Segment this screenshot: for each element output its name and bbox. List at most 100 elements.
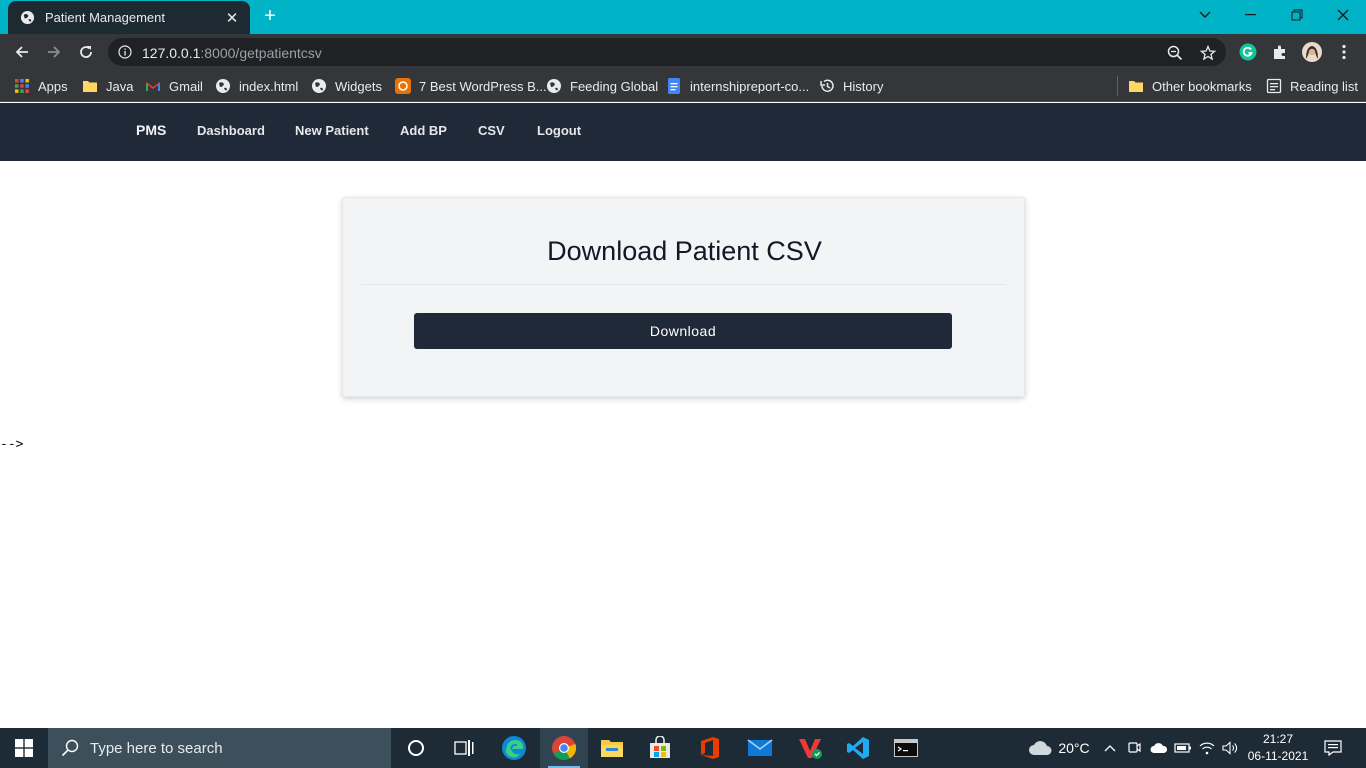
weather-temp: 20°C xyxy=(1058,740,1090,756)
file-explorer-icon[interactable] xyxy=(588,728,636,768)
reading-list-label: Reading list xyxy=(1290,78,1358,94)
search-placeholder: Type here to search xyxy=(90,739,223,757)
browser-tab-strip: Patient Management ✕ + xyxy=(0,0,1366,34)
bookmark-gmail[interactable]: Gmail xyxy=(145,77,203,95)
browser-tab-active[interactable]: Patient Management ✕ xyxy=(8,1,250,34)
bookmark-label: Feeding Global xyxy=(570,78,659,94)
restore-icon[interactable] xyxy=(1274,0,1320,30)
bookmark-widgets[interactable]: Widgets xyxy=(311,77,382,95)
bookmarks-bar: Apps Java Gmail index.html Widgets 7 Bes… xyxy=(0,70,1366,102)
bookmark-label: History xyxy=(843,78,884,94)
history-icon xyxy=(820,79,834,92)
wifi-icon[interactable] xyxy=(1196,728,1218,768)
address-url[interactable]: 127.0.0.1:8000/getpatientcsv xyxy=(142,45,322,61)
cloud-icon xyxy=(1029,741,1052,755)
address-bar[interactable]: 127.0.0.1:8000/getpatientcsv xyxy=(108,38,1226,66)
tab-close-icon[interactable]: ✕ xyxy=(224,9,240,27)
bookmark-java[interactable]: Java xyxy=(82,77,133,95)
reading-list[interactable]: Reading list xyxy=(1266,77,1358,95)
nav-link-dashboard[interactable]: Dashboard xyxy=(197,123,265,138)
bookmark-wordpress[interactable]: 7 Best WordPress B... xyxy=(395,77,547,95)
card-divider xyxy=(361,284,1006,285)
clock-date: 06-11-2021 xyxy=(1247,749,1309,763)
tab-title: Patient Management xyxy=(45,10,165,25)
bookmarks-divider xyxy=(1117,76,1118,96)
minimize-icon[interactable] xyxy=(1228,0,1274,30)
download-button[interactable]: Download xyxy=(414,313,952,349)
bookmark-label: Java xyxy=(106,78,134,94)
docs-icon xyxy=(668,78,680,94)
mail-icon[interactable] xyxy=(736,728,784,768)
other-bookmarks-label: Other bookmarks xyxy=(1152,78,1252,94)
download-card: Download Patient CSV Download xyxy=(342,197,1025,397)
bookmark-star-icon[interactable] xyxy=(1199,44,1217,62)
search-icon xyxy=(61,739,79,757)
onedrive-icon[interactable] xyxy=(1148,728,1170,768)
meet-now-icon[interactable] xyxy=(1124,728,1144,768)
terminal-icon[interactable] xyxy=(882,728,930,768)
edge-browser-icon[interactable] xyxy=(490,728,538,768)
globe-icon xyxy=(312,79,326,93)
nav-brand[interactable]: PMS xyxy=(136,122,166,138)
weather-widget[interactable]: 20°C xyxy=(1024,728,1094,768)
site-icon xyxy=(395,78,411,94)
vscode-icon[interactable] xyxy=(834,728,882,768)
url-host: 127.0.0.1 xyxy=(142,45,201,61)
chrome-menu-icon[interactable] xyxy=(1334,42,1354,62)
site-navbar: PMS Dashboard New Patient Add BP CSV Log… xyxy=(0,103,1366,161)
forward-arrow-icon[interactable] xyxy=(42,40,66,64)
folder-icon xyxy=(83,81,97,92)
extensions-puzzle-icon[interactable] xyxy=(1270,42,1290,62)
office-icon[interactable] xyxy=(686,728,734,768)
notification-center-icon[interactable] xyxy=(1320,728,1346,768)
other-bookmarks[interactable]: Other bookmarks xyxy=(1128,77,1252,95)
new-tab-button[interactable]: + xyxy=(258,6,282,28)
bookmark-label: 7 Best WordPress B... xyxy=(419,78,547,94)
windows-start-icon[interactable] xyxy=(0,728,48,768)
taskbar-clock[interactable]: 21:27 06-11-2021 xyxy=(1244,731,1312,765)
nav-link-csv[interactable]: CSV xyxy=(478,123,505,138)
globe-icon xyxy=(20,10,35,25)
taskbar-search-box[interactable]: Type here to search xyxy=(48,728,391,768)
profile-avatar[interactable] xyxy=(1302,42,1322,62)
folder-icon xyxy=(1129,81,1143,92)
windows-taskbar: Type here to search 20°C 21:27 06-11-202… xyxy=(0,728,1366,768)
bookmark-apps[interactable]: Apps xyxy=(14,77,68,95)
url-path: :8000/getpatientcsv xyxy=(200,45,322,61)
bookmark-label: Gmail xyxy=(169,78,203,94)
page-title: Download Patient CSV xyxy=(547,236,822,266)
bookmark-label: index.html xyxy=(239,78,299,94)
bookmark-label: internshipreport-co... xyxy=(690,78,810,94)
back-arrow-icon[interactable] xyxy=(10,40,34,64)
tray-chevron-up-icon[interactable] xyxy=(1100,728,1120,768)
cortana-icon[interactable] xyxy=(392,728,440,768)
grammarly-extension-icon[interactable] xyxy=(1238,42,1258,62)
reading-list-icon xyxy=(1266,78,1282,94)
close-window-icon[interactable] xyxy=(1320,0,1366,30)
nav-link-add-bp[interactable]: Add BP xyxy=(400,123,447,138)
bookmark-feeding-global[interactable]: Feeding Global xyxy=(546,77,658,95)
vivaldi-app-icon[interactable] xyxy=(786,728,834,768)
battery-icon[interactable] xyxy=(1172,728,1194,768)
nav-link-logout[interactable]: Logout xyxy=(537,123,581,138)
microsoft-store-icon[interactable] xyxy=(636,728,684,768)
volume-icon[interactable] xyxy=(1219,728,1241,768)
clock-time: 21:27 xyxy=(1262,732,1294,746)
bookmark-internship-report[interactable]: internshipreport-co... xyxy=(666,77,809,95)
reload-icon[interactable] xyxy=(74,40,98,64)
bookmark-history[interactable]: History xyxy=(819,77,883,95)
task-view-icon[interactable] xyxy=(440,728,488,768)
bookmark-index-html[interactable]: index.html xyxy=(215,77,298,95)
tab-search-icon[interactable] xyxy=(1182,0,1228,30)
nav-link-new-patient[interactable]: New Patient xyxy=(295,123,369,138)
stray-comment-text: --> xyxy=(0,437,24,452)
site-info-icon[interactable] xyxy=(118,45,132,59)
bookmark-label: Widgets xyxy=(335,78,382,94)
browser-toolbar: 127.0.0.1:8000/getpatientcsv xyxy=(0,34,1366,70)
zoom-icon[interactable] xyxy=(1166,44,1184,62)
chrome-taskbar-icon[interactable] xyxy=(540,728,588,768)
bookmark-label: Apps xyxy=(38,78,68,94)
apps-grid-icon xyxy=(15,79,29,93)
globe-icon xyxy=(216,79,230,93)
gmail-icon xyxy=(146,82,160,91)
